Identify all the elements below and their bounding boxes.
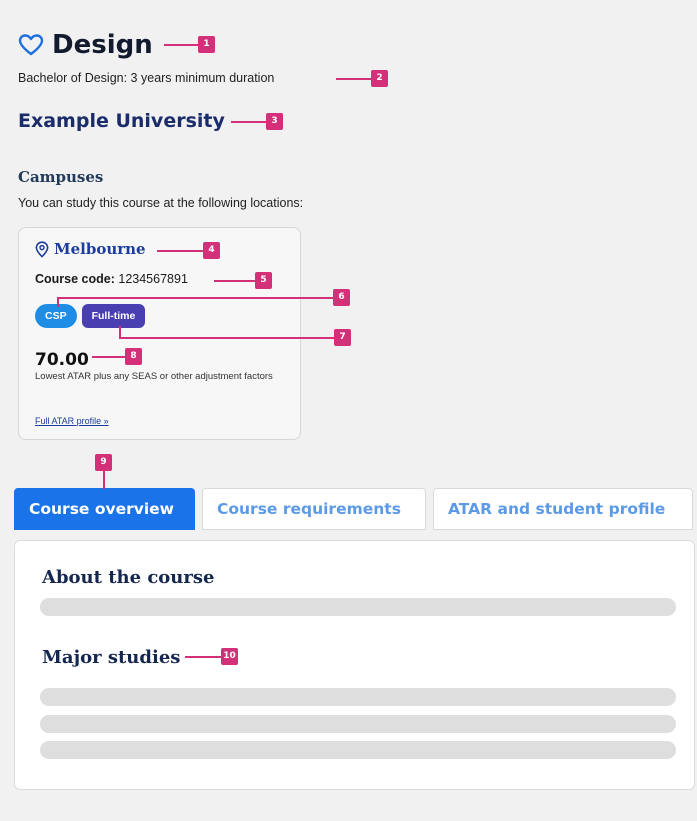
skeleton-line [40, 741, 676, 759]
callout-line [119, 337, 334, 339]
callout-line [336, 78, 371, 80]
course-code-label: Course code: [35, 272, 115, 286]
campus-card: Melbourne Course code: 1234567891 CSP Fu… [18, 227, 301, 440]
heart-icon[interactable] [18, 33, 44, 57]
callout-line [214, 280, 255, 282]
atar-note: Lowest ATAR plus any SEAS or other adjus… [35, 371, 273, 382]
callout-marker: 1 [198, 36, 215, 53]
campus-location: Melbourne [35, 240, 146, 258]
callout-line [231, 121, 266, 123]
tab-panel: About the course Major studies [14, 540, 695, 790]
callout-line [185, 656, 221, 658]
course-duration: Bachelor of Design: 3 years minimum dura… [18, 71, 275, 85]
course-code: Course code: 1234567891 [35, 272, 188, 286]
full-time-badge: Full-time [81, 304, 146, 328]
callout-line [157, 250, 203, 252]
tab-atar-student-profile[interactable]: ATAR and student profile [433, 488, 693, 530]
map-pin-icon [35, 240, 49, 258]
skeleton-line [40, 598, 676, 616]
callout-line [164, 44, 198, 46]
callout-marker: 4 [203, 242, 220, 259]
callout-marker: 5 [255, 272, 272, 289]
course-code-value: 1234567891 [118, 272, 188, 286]
course-page: Design Bachelor of Design: 3 years minim… [0, 0, 697, 821]
callout-marker: 2 [371, 70, 388, 87]
tab-course-requirements[interactable]: Course requirements [202, 488, 426, 530]
atar-value: 70.00 [35, 350, 89, 370]
course-title: Design [52, 30, 153, 60]
csp-badge: CSP [35, 304, 77, 328]
full-atar-profile-link[interactable]: Full ATAR profile » [35, 416, 109, 426]
callout-line [119, 326, 121, 337]
callout-marker: 9 [95, 454, 112, 471]
major-studies-heading: Major studies [42, 647, 181, 668]
university-name: Example University [18, 110, 225, 132]
tab-course-overview[interactable]: Course overview [14, 488, 195, 530]
callout-marker: 8 [125, 348, 142, 365]
campus-name: Melbourne [54, 240, 146, 258]
course-tabs: Course overview Course requirements ATAR… [14, 488, 693, 530]
callout-marker: 6 [333, 289, 350, 306]
course-title-row: Design [18, 28, 153, 62]
callout-marker: 3 [266, 113, 283, 130]
study-badges: CSP Full-time [35, 304, 146, 328]
skeleton-line [40, 715, 676, 733]
callout-line [92, 356, 125, 358]
callout-line [57, 297, 333, 299]
callout-line [103, 471, 105, 489]
skeleton-line [40, 688, 676, 706]
campuses-intro: You can study this course at the followi… [18, 196, 304, 210]
callout-marker: 7 [334, 329, 351, 346]
about-heading: About the course [42, 567, 215, 588]
campuses-heading: Campuses [18, 168, 104, 186]
callout-marker: 10 [221, 648, 238, 665]
